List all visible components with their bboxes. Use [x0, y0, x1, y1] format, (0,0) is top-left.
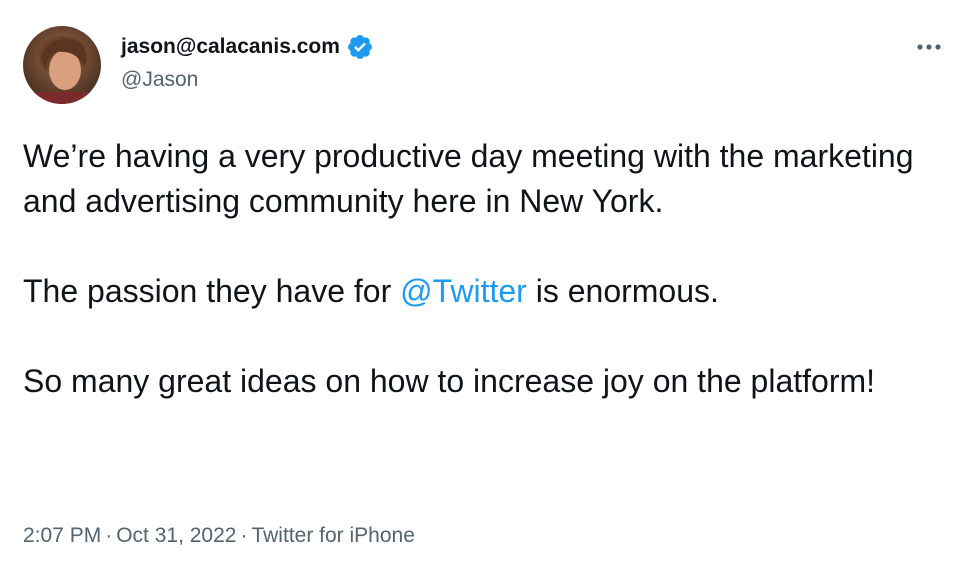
more-options-button[interactable]: [912, 32, 946, 62]
tweet-source-link[interactable]: Twitter for iPhone: [251, 524, 414, 547]
display-name[interactable]: jason@calacanis.com: [121, 33, 374, 61]
more-dots-icon: [917, 44, 941, 50]
tweet-text-segment: is enormous.: [526, 273, 719, 309]
tweet-date[interactable]: Oct 31, 2022: [116, 524, 236, 547]
twitter-mention-link[interactable]: @Twitter: [400, 273, 527, 309]
separator-dot: ·: [105, 524, 113, 547]
tweet-metadata: 2:07 PM · Oct 31, 2022 · Twitter for iPhone: [23, 524, 415, 548]
tweet-paragraph-2: The passion they have for @Twitter is en…: [23, 269, 923, 314]
tweet-text-segment: The passion they have for: [23, 273, 401, 309]
tweet-paragraph-1: We’re having a very productive day meeti…: [23, 138, 914, 219]
tweet-time[interactable]: 2:07 PM: [23, 524, 101, 547]
avatar-image: [23, 26, 101, 104]
display-name-text: jason@calacanis.com: [121, 35, 340, 58]
tweet-card: jason@calacanis.com @Jason We’re having …: [0, 0, 962, 577]
tweet-text: We’re having a very productive day meeti…: [23, 134, 923, 404]
avatar[interactable]: [23, 26, 101, 104]
user-handle[interactable]: @Jason: [121, 68, 198, 92]
tweet-paragraph-3: So many great ideas on how to increase j…: [23, 363, 876, 399]
verified-badge-icon: [346, 33, 374, 61]
separator-dot: ·: [240, 524, 248, 547]
